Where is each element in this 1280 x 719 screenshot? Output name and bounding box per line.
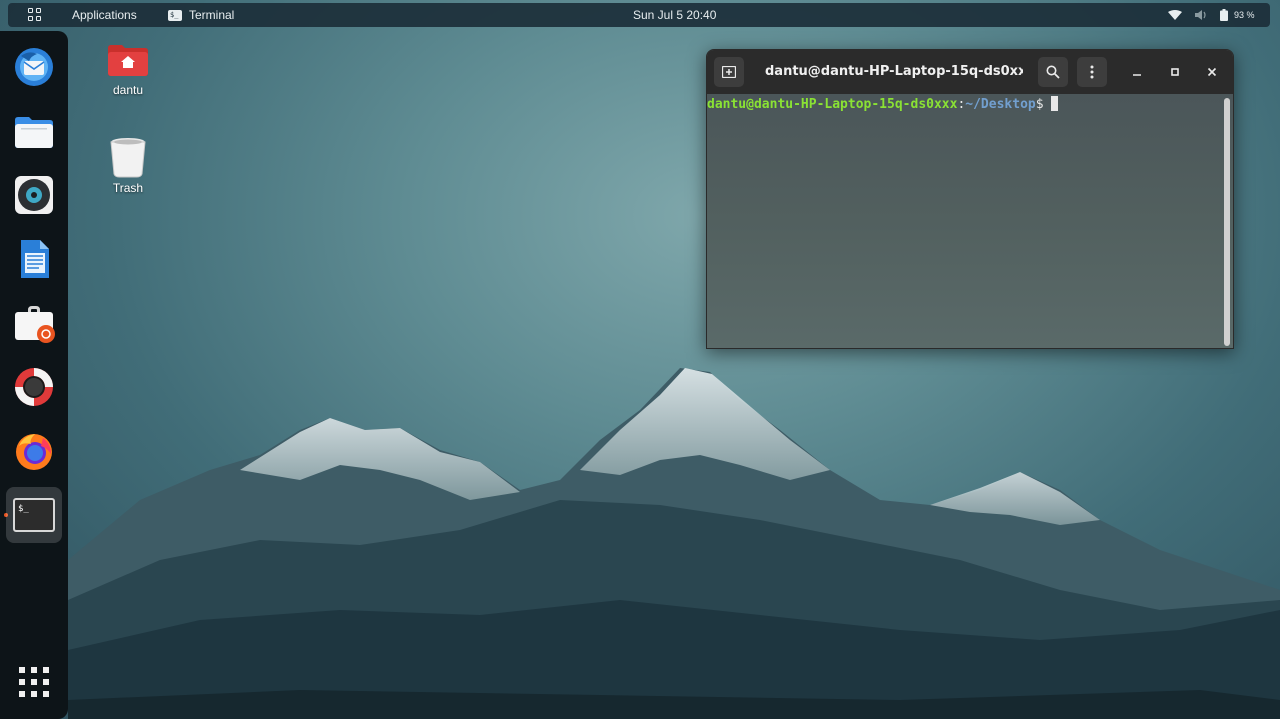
search-icon: [1046, 65, 1060, 79]
dock-item-writer[interactable]: [6, 231, 62, 287]
prompt-user-host: dantu@dantu-HP-Laptop-15q-ds0xxx: [707, 97, 958, 112]
volume-icon: [1195, 10, 1206, 20]
menu-button[interactable]: [1077, 57, 1107, 87]
top-panel: Applications $_ Terminal Sun Jul 5 20:40…: [0, 0, 1280, 31]
dock-item-help[interactable]: [6, 359, 62, 415]
maximize-icon: [1171, 68, 1179, 76]
minimize-button[interactable]: [1125, 60, 1149, 84]
search-button[interactable]: [1038, 57, 1068, 87]
terminal-small-icon: $_: [168, 9, 182, 21]
dock-item-thunderbird[interactable]: [6, 39, 62, 95]
thunderbird-icon: [15, 48, 53, 86]
window-title: dantu@dantu-HP-Laptop-15q-ds0xx...: [765, 64, 1023, 79]
prompt-symbol: $: [1035, 97, 1044, 112]
dock-item-firefox[interactable]: [6, 423, 62, 479]
terminal-window[interactable]: dantu@dantu-HP-Laptop-15q-ds0xx... dantu…: [706, 49, 1234, 349]
close-button[interactable]: [1200, 60, 1224, 84]
applications-menu[interactable]: Applications: [72, 3, 137, 27]
help-icon: [15, 368, 53, 406]
scrollbar[interactable]: [1224, 98, 1230, 346]
trash-icon: [110, 138, 146, 178]
battery-icon: [1220, 9, 1228, 21]
desktop-icon-label: Trash: [112, 181, 144, 195]
dock-item-rhythmbox[interactable]: [6, 167, 62, 223]
terminal-icon: $_: [13, 498, 55, 532]
ubuntu-software-icon: [15, 306, 55, 343]
rhythmbox-icon: [15, 176, 53, 214]
firefox-icon: [16, 434, 52, 470]
close-icon: [1207, 67, 1217, 77]
desktop-icon-label: dantu: [112, 83, 144, 97]
system-status-menu[interactable]: 93 %: [1168, 3, 1255, 27]
focused-app-label: Terminal: [189, 8, 235, 22]
libreoffice-writer-icon: [21, 240, 49, 278]
desktop-icon-home[interactable]: dantu: [88, 44, 168, 97]
wifi-icon: [1168, 9, 1182, 20]
battery-percentage: 93 %: [1234, 10, 1255, 20]
app-grid-icon[interactable]: [28, 8, 42, 22]
terminal-headerbar[interactable]: dantu@dantu-HP-Laptop-15q-ds0xx...: [707, 50, 1233, 94]
text-cursor: [1050, 96, 1058, 111]
svg-text:$_: $_: [18, 504, 29, 514]
show-applications-button[interactable]: [6, 654, 62, 710]
dock-item-software[interactable]: [6, 295, 62, 351]
dock: $_: [0, 31, 68, 719]
desktop-icon-trash[interactable]: Trash: [88, 136, 168, 195]
shell-prompt: dantu@dantu-HP-Laptop-15q-ds0xxx:~/Deskt…: [707, 96, 1058, 112]
files-icon: [15, 117, 53, 148]
focused-app-menu[interactable]: $_ Terminal: [168, 3, 234, 27]
dock-item-files[interactable]: [6, 103, 62, 159]
prompt-path: ~/Desktop: [965, 97, 1036, 112]
new-tab-button[interactable]: [714, 57, 744, 87]
new-tab-icon: [722, 66, 736, 78]
minimize-icon: [1133, 74, 1141, 76]
terminal-output[interactable]: dantu@dantu-HP-Laptop-15q-ds0xxx:~/Deskt…: [707, 94, 1233, 348]
maximize-button[interactable]: [1163, 60, 1187, 84]
show-applications-icon: [19, 667, 49, 697]
dock-item-terminal[interactable]: $_: [6, 487, 62, 543]
clock[interactable]: Sun Jul 5 20:40: [633, 3, 716, 27]
kebab-menu-icon: [1090, 65, 1094, 79]
home-folder-icon: [108, 45, 148, 76]
